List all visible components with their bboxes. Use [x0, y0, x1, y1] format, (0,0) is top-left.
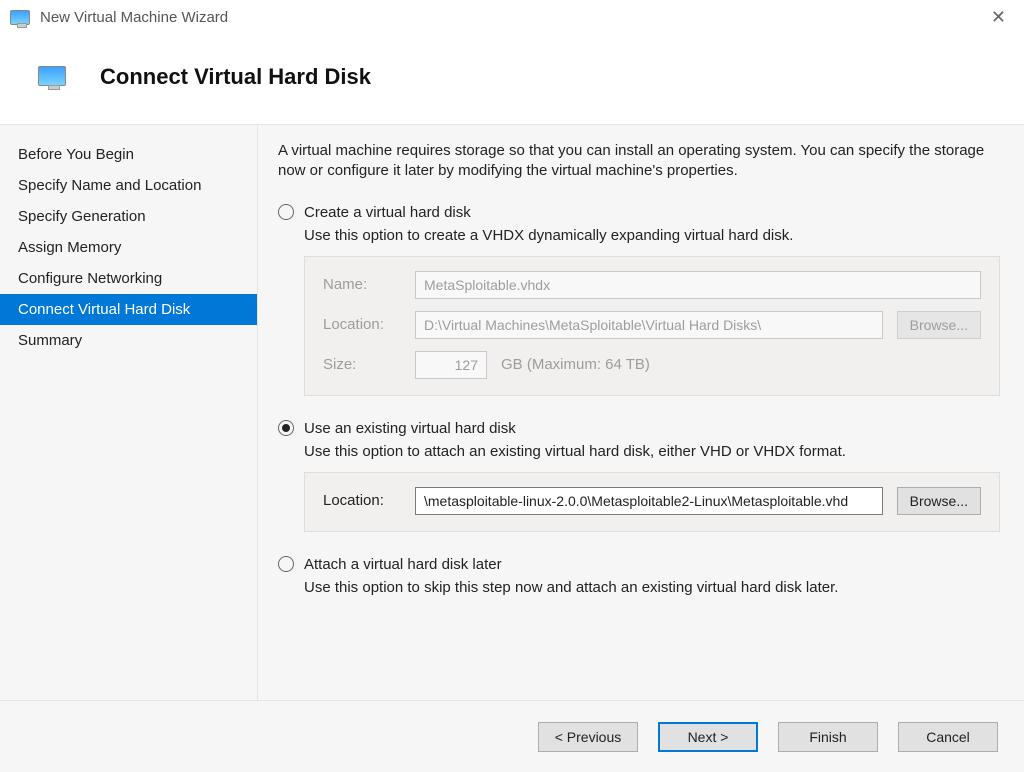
- sidebar-item-label: Specify Name and Location: [18, 177, 201, 194]
- create-location-label: Location:: [323, 316, 401, 333]
- page-title: Connect Virtual Hard Disk: [100, 64, 371, 90]
- wizard-footer: < Previous Next > Finish Cancel: [0, 700, 1024, 772]
- wizard-header: Connect Virtual Hard Disk: [0, 36, 1024, 124]
- sidebar-item-summary[interactable]: Summary: [0, 325, 257, 356]
- cancel-button[interactable]: Cancel: [898, 722, 998, 752]
- radio-attach-later[interactable]: [278, 556, 294, 572]
- create-size-suffix: GB (Maximum: 64 TB): [501, 356, 650, 373]
- use-existing-desc: Use this option to attach an existing vi…: [304, 443, 1000, 460]
- existing-browse-button[interactable]: Browse...: [897, 487, 981, 515]
- finish-button[interactable]: Finish: [778, 722, 878, 752]
- wizard-main: A virtual machine requires storage so th…: [258, 125, 1024, 700]
- app-icon: [10, 10, 30, 25]
- sidebar-item-label: Configure Networking: [18, 270, 162, 287]
- create-vhd-desc: Use this option to create a VHDX dynamic…: [304, 227, 1000, 244]
- next-button[interactable]: Next >: [658, 722, 758, 752]
- attach-later-desc: Use this option to skip this step now an…: [304, 579, 1000, 596]
- previous-button[interactable]: < Previous: [538, 722, 638, 752]
- sidebar-item-connect-vhd[interactable]: Connect Virtual Hard Disk: [0, 294, 257, 325]
- sidebar-item-label: Connect Virtual Hard Disk: [18, 301, 190, 318]
- titlebar: New Virtual Machine Wizard ✕: [0, 0, 1024, 36]
- use-existing-panel: Location: Browse...: [304, 472, 1000, 532]
- sidebar-item-configure-networking[interactable]: Configure Networking: [0, 263, 257, 294]
- existing-location-input[interactable]: [415, 487, 883, 515]
- sidebar-item-label: Assign Memory: [18, 239, 121, 256]
- sidebar-item-specify-name[interactable]: Specify Name and Location: [0, 170, 257, 201]
- window-title: New Virtual Machine Wizard: [40, 9, 228, 26]
- wizard-icon: [38, 66, 66, 86]
- close-icon[interactable]: ✕: [983, 3, 1014, 32]
- create-name-input: [415, 271, 981, 299]
- radio-use-existing-label[interactable]: Use an existing virtual hard disk: [304, 420, 516, 437]
- radio-use-existing[interactable]: [278, 420, 294, 436]
- wizard-body: Before You Begin Specify Name and Locati…: [0, 124, 1024, 700]
- radio-create-vhd-label[interactable]: Create a virtual hard disk: [304, 204, 471, 221]
- sidebar-item-label: Specify Generation: [18, 208, 146, 225]
- wizard-sidebar: Before You Begin Specify Name and Locati…: [0, 125, 258, 700]
- radio-create-vhd[interactable]: [278, 204, 294, 220]
- create-size-input: [415, 351, 487, 379]
- sidebar-item-label: Before You Begin: [18, 146, 134, 163]
- radio-attach-later-label[interactable]: Attach a virtual hard disk later: [304, 556, 502, 573]
- create-browse-button: Browse...: [897, 311, 981, 339]
- existing-location-label: Location:: [323, 492, 401, 509]
- create-name-label: Name:: [323, 276, 401, 293]
- create-size-label: Size:: [323, 356, 401, 373]
- intro-text: A virtual machine requires storage so th…: [278, 141, 1000, 182]
- sidebar-item-before-you-begin[interactable]: Before You Begin: [0, 139, 257, 170]
- sidebar-item-assign-memory[interactable]: Assign Memory: [0, 232, 257, 263]
- create-location-input: [415, 311, 883, 339]
- create-vhd-panel: Name: Location: Browse... Size: GB (Maxi…: [304, 256, 1000, 396]
- sidebar-item-specify-generation[interactable]: Specify Generation: [0, 201, 257, 232]
- sidebar-item-label: Summary: [18, 332, 82, 349]
